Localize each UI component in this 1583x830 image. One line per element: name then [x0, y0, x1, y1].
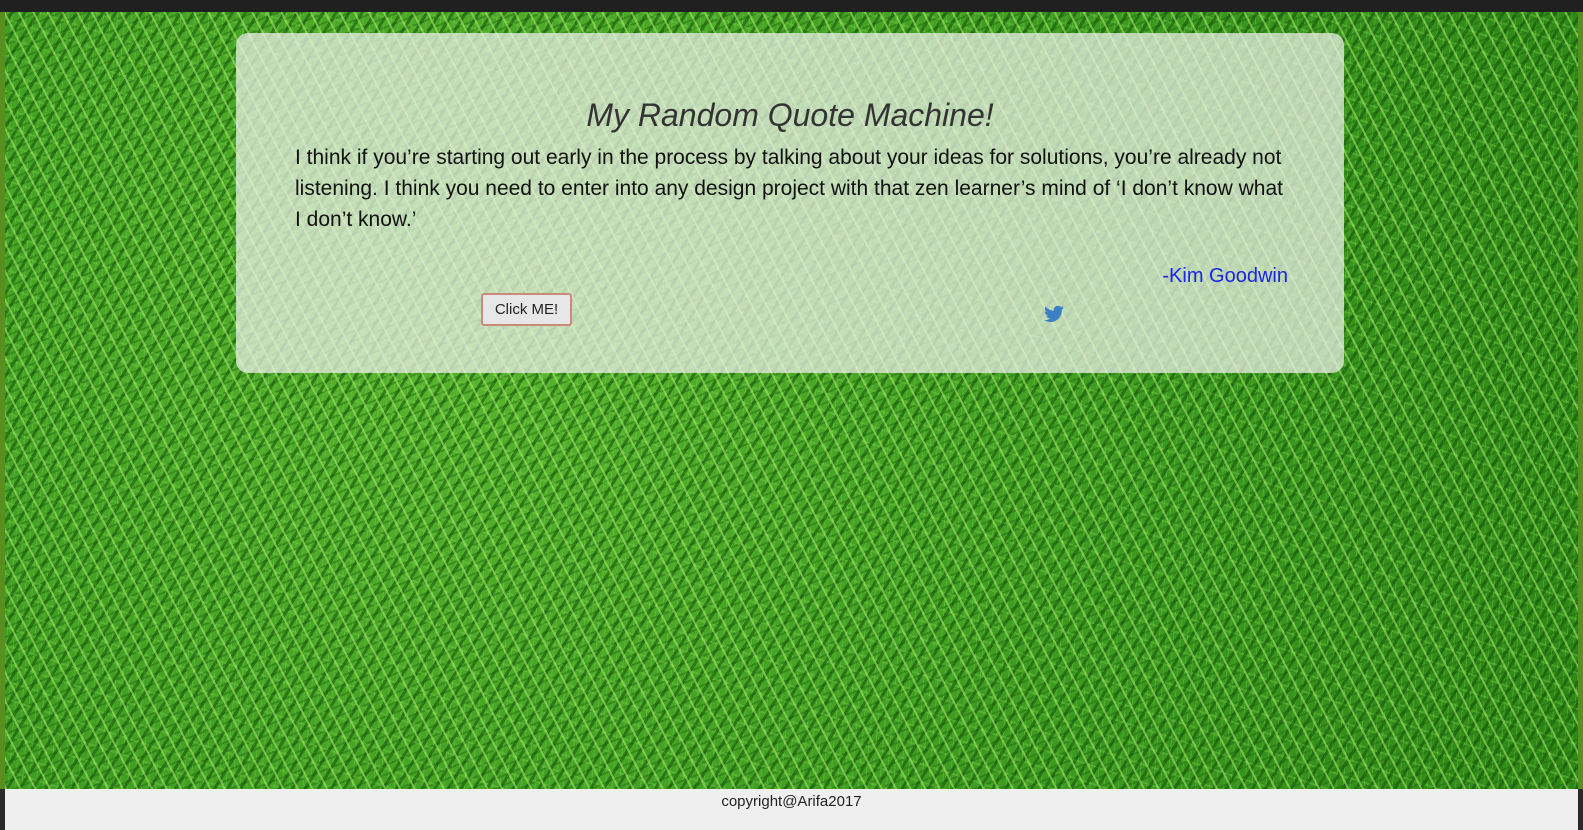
copyright-text: copyright@Arifa2017: [721, 793, 862, 810]
page-title: My Random Quote Machine!: [586, 97, 994, 133]
new-quote-button[interactable]: Click ME!: [481, 293, 572, 326]
browser-top-bar: [0, 0, 1583, 12]
quote-author: -Kim Goodwin: [1162, 265, 1288, 287]
quote-card: My Random Quote Machine! I think if you’…: [236, 33, 1344, 373]
twitter-icon[interactable]: [1044, 305, 1064, 323]
footer: copyright@Arifa2017: [5, 789, 1578, 830]
right-edge: [1578, 12, 1583, 789]
quote-text: I think if you’re starting out early in …: [295, 146, 1283, 231]
